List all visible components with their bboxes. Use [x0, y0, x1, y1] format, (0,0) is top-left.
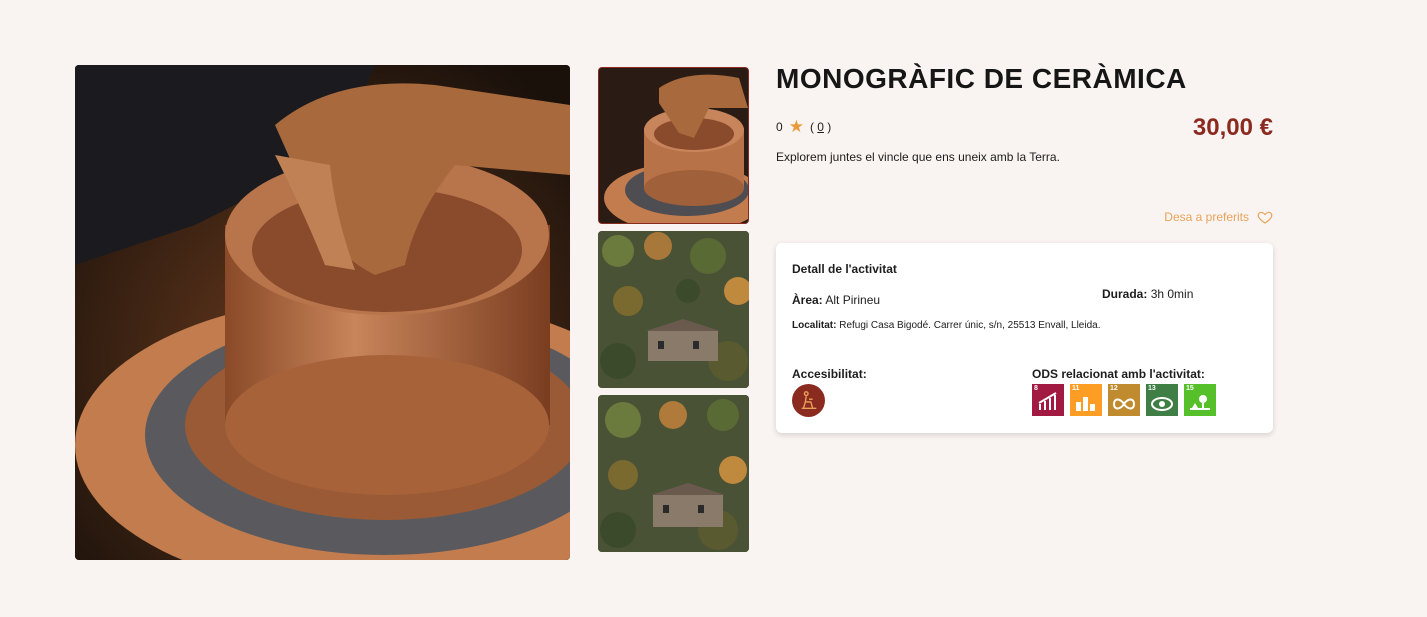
locality-value: Refugi Casa Bigodé. Carrer únic, s/n, 25… [839, 320, 1101, 331]
area-value: Alt Pirineu [825, 293, 881, 307]
thumbnail-3[interactable] [598, 395, 749, 552]
rating-value: 0 [776, 120, 783, 134]
locality-info: Localitat: Refugi Casa Bigodé. Carrer ún… [792, 318, 1112, 333]
village-landscape-image [598, 231, 749, 388]
accessibility-icon [792, 384, 825, 417]
rating-count-wrapper[interactable]: ( 0 ) [810, 120, 831, 134]
save-to-favorites-button[interactable]: Desa a preferits [1164, 209, 1273, 225]
thumbnail-2[interactable] [598, 231, 749, 388]
sdg-13-icon: 13 [1146, 384, 1178, 416]
village-landscape-image [598, 395, 749, 552]
rating: 0 ★ ( 0 ) [776, 117, 831, 136]
heart-icon [1257, 211, 1273, 224]
person-seated-icon [801, 390, 816, 409]
pottery-thumbnail-image [599, 68, 748, 223]
accessibility-label: Accesibilitat: [792, 367, 867, 381]
ods-icons: 8 11 12 13 15 [1032, 384, 1216, 416]
detail-title: Detall de l'activitat [792, 262, 897, 276]
sdg-11-icon: 11 [1070, 384, 1102, 416]
product-title: MONOGRÀFIC DE CERÀMICA [776, 63, 1187, 94]
thumbnail-1[interactable] [598, 67, 749, 224]
locality-label: Localitat: [792, 320, 837, 331]
duration-info: Durada: 3h 0min [1102, 287, 1193, 301]
favorite-label: Desa a preferits [1164, 210, 1249, 224]
product-description: Explorem juntes el vincle que ens uneix … [776, 150, 1060, 164]
sdg-12-icon: 12 [1108, 384, 1140, 416]
main-product-image[interactable] [75, 65, 570, 560]
activity-detail-card: Detall de l'activitat Àrea: Alt Pirineu … [776, 243, 1273, 433]
star-icon: ★ [788, 117, 804, 136]
duration-value: 3h 0min [1150, 287, 1194, 301]
ods-label: ODS relacionat amb l'activitat: [1032, 367, 1205, 381]
sdg-15-icon: 15 [1184, 384, 1216, 416]
area-info: Àrea: Alt Pirineu [792, 293, 880, 307]
duration-label: Durada: [1102, 287, 1148, 301]
product-price: 30,00 € [1192, 114, 1273, 141]
area-label: Àrea: [792, 293, 823, 307]
sdg-8-icon: 8 [1032, 384, 1064, 416]
pottery-wheel-image [75, 65, 570, 560]
rating-count[interactable]: 0 [817, 120, 824, 134]
